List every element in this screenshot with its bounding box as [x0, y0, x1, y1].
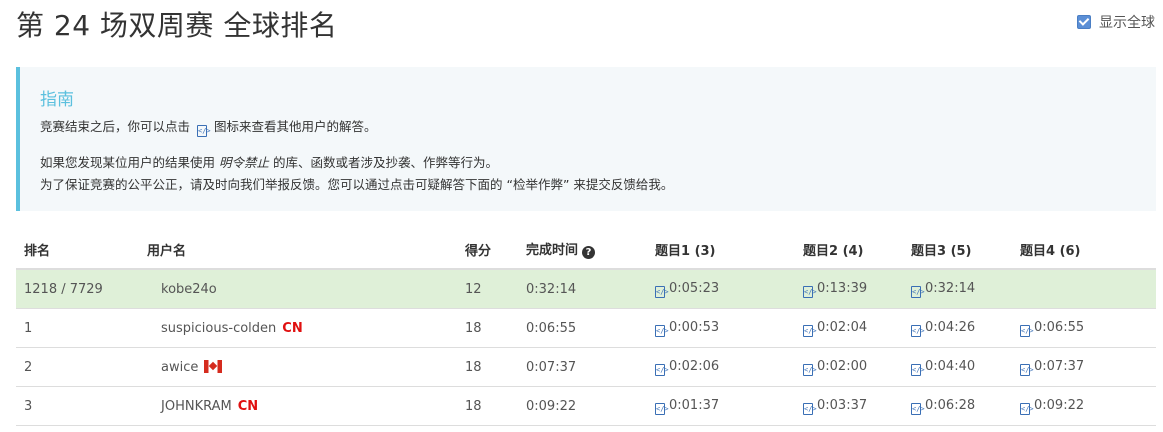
guide-line-1: 竞赛结束之后，你可以点击 </> 图标来查看其他用户的解答。 — [40, 116, 1136, 138]
q2-cell[interactable]: </>0:02:00 — [795, 347, 903, 387]
q1-time: 0:00:53 — [669, 319, 720, 335]
code-icon[interactable]: </> — [1020, 324, 1034, 337]
header-rank: 排名 — [16, 230, 139, 270]
q4-cell[interactable]: </>0:07:37 — [1012, 347, 1156, 387]
rank-cell: 2 — [16, 347, 139, 387]
q1-cell[interactable]: </>0:01:37 — [647, 386, 795, 426]
q2-time: 0:02:04 — [817, 319, 868, 335]
table-row-self: 1218 / 7729 kobe24o 12 0:32:14 </>0:05:2… — [16, 269, 1156, 309]
rank-cell: 1218 / 7729 — [16, 269, 139, 309]
code-icon[interactable]: </> — [911, 402, 925, 415]
q4-time: 0:07:37 — [1034, 358, 1085, 374]
q3-cell[interactable]: </>0:04:26 — [903, 308, 1012, 348]
forbidden-link[interactable]: 明令禁止 — [219, 155, 269, 170]
code-icon[interactable]: </> — [655, 324, 669, 337]
q1-cell[interactable]: </>0:05:23 — [647, 269, 795, 309]
code-icon[interactable]: </> — [1020, 363, 1034, 376]
header-time: 完成时间? — [518, 230, 647, 270]
code-icon[interactable]: </> — [803, 402, 817, 415]
region-badge: CN — [237, 398, 259, 414]
q4-time: 0:09:22 — [1034, 397, 1085, 413]
help-icon[interactable]: ? — [582, 246, 596, 259]
q3-time: 0:32:14 — [925, 280, 976, 296]
q1-time: 0:05:23 — [669, 280, 720, 296]
code-icon[interactable]: </> — [655, 402, 669, 415]
code-icon[interactable]: </> — [803, 285, 817, 298]
time-cell: 0:09:22 — [518, 386, 647, 426]
q3-cell[interactable]: </>0:04:40 — [903, 347, 1012, 387]
canada-flag-icon — [204, 359, 223, 373]
header-q3: 题目3 (5) — [903, 230, 1012, 270]
guide-line-1-post: 图标来查看其他用户的解答。 — [213, 119, 377, 134]
region-badge: CN — [282, 320, 303, 336]
guide-line-2-pre: 如果您发现某位用户的结果使用 — [40, 155, 216, 170]
q3-time: 0:06:28 — [925, 397, 976, 413]
ranking-table: 排名 用户名 得分 完成时间? 题目1 (3) 题目2 (4) 题目3 (5) … — [16, 230, 1156, 426]
user-link[interactable]: JOHNKRAM — [161, 399, 232, 414]
score-cell: 18 — [457, 347, 518, 387]
guide-heading: 指南 — [40, 90, 74, 110]
header-user: 用户名 — [139, 230, 457, 270]
page-title: 第 24 场双周赛 全球排名 — [16, 9, 338, 42]
user-link[interactable]: awice — [161, 360, 198, 375]
rank-cell: 1 — [16, 308, 139, 348]
q4-cell[interactable]: </>0:09:22 — [1012, 386, 1156, 426]
code-icon[interactable]: </> — [911, 324, 925, 337]
q3-time: 0:04:40 — [925, 358, 976, 374]
code-icon[interactable]: </> — [1020, 402, 1034, 415]
table-header-row: 排名 用户名 得分 完成时间? 题目1 (3) 题目2 (4) 题目3 (5) … — [16, 230, 1156, 270]
time-cell: 0:32:14 — [518, 269, 647, 309]
q2-cell[interactable]: </>0:03:37 — [795, 386, 903, 426]
code-icon[interactable]: </> — [803, 324, 817, 337]
q4-time: 0:06:55 — [1034, 319, 1085, 335]
code-icon[interactable]: </> — [911, 285, 925, 298]
rank-cell: 3 — [16, 386, 139, 426]
q4-cell — [1012, 269, 1156, 309]
header-q2: 题目2 (4) — [795, 230, 903, 270]
time-cell: 0:06:55 — [518, 308, 647, 348]
q2-time: 0:02:00 — [817, 358, 868, 374]
code-icon: </> — [197, 125, 211, 137]
q2-cell[interactable]: </>0:02:04 — [795, 308, 903, 348]
guide-line-3: 为了保证竞赛的公平公正，请及时向我们举报反馈。您可以通过点击可疑解答下面的 “检… — [40, 177, 674, 192]
code-icon[interactable]: </> — [911, 363, 925, 376]
score-cell: 18 — [457, 308, 518, 348]
code-icon[interactable]: </> — [655, 363, 669, 376]
show-global-toggle[interactable]: 显示全球 — [1077, 12, 1155, 32]
guide-line-2-post: 的库、函数或者涉及抄袭、作弊等行为。 — [273, 155, 499, 170]
table-row: 3 JOHNKRAM CN 18 0:09:22 </>0:01:37 </>0:… — [16, 386, 1156, 426]
guide-panel: 指南 竞赛结束之后，你可以点击 </> 图标来查看其他用户的解答。 如果您发现某… — [16, 67, 1156, 211]
time-cell: 0:07:37 — [518, 347, 647, 387]
header-q1: 题目1 (3) — [647, 230, 795, 270]
guide-line-2: 如果您发现某位用户的结果使用 明令禁止 的库、函数或者涉及抄袭、作弊等行为。 — [40, 152, 1136, 174]
q2-time: 0:03:37 — [817, 397, 868, 413]
q3-time: 0:04:26 — [925, 319, 976, 335]
checkbox-checked-icon[interactable] — [1077, 15, 1091, 29]
table-row: 2 awice 18 0:07:37 </>0:02:06 </>0:02:00… — [16, 347, 1156, 387]
guide-line-1-pre: 竞赛结束之后，你可以点击 — [40, 119, 191, 134]
header-time-label: 完成时间 — [526, 243, 579, 258]
q1-time: 0:02:06 — [669, 358, 720, 374]
q1-time: 0:01:37 — [669, 397, 720, 413]
code-icon[interactable]: </> — [803, 363, 817, 376]
q3-cell[interactable]: </>0:06:28 — [903, 386, 1012, 426]
q1-cell[interactable]: </>0:00:53 — [647, 308, 795, 348]
show-global-label: 显示全球 — [1099, 15, 1155, 31]
code-icon[interactable]: </> — [655, 285, 669, 298]
q3-cell[interactable]: </>0:32:14 — [903, 269, 1012, 309]
score-cell: 12 — [457, 269, 518, 309]
user-link[interactable]: suspicious-colden — [161, 321, 276, 336]
header-score: 得分 — [457, 230, 518, 270]
q2-cell[interactable]: </>0:13:39 — [795, 269, 903, 309]
table-row: 1 suspicious-colden CN 18 0:06:55 </>0:00… — [16, 308, 1156, 348]
header-q4: 题目4 (6) — [1012, 230, 1156, 270]
score-cell: 18 — [457, 386, 518, 426]
q4-cell[interactable]: </>0:06:55 — [1012, 308, 1156, 348]
q2-time: 0:13:39 — [817, 280, 868, 296]
q1-cell[interactable]: </>0:02:06 — [647, 347, 795, 387]
user-link[interactable]: kobe24o — [161, 282, 217, 297]
